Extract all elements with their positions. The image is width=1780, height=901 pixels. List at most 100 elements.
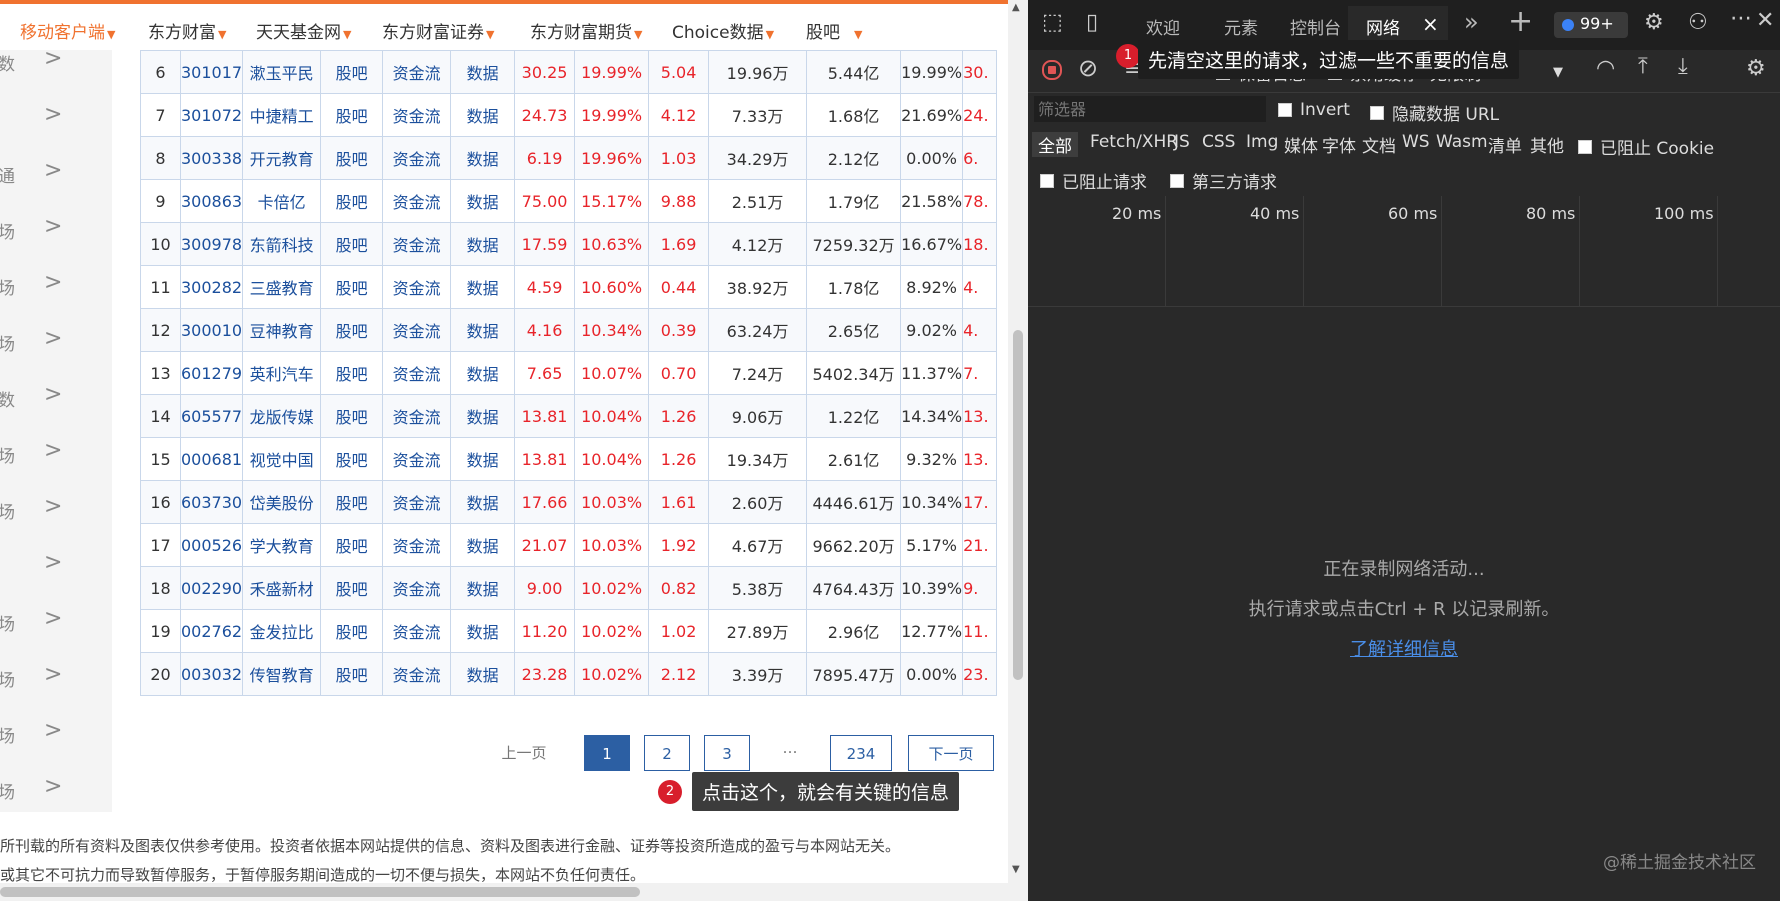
fund-flow-link[interactable]: 资金流 xyxy=(382,50,452,94)
vertical-scrollbar[interactable]: ▲ ▼ xyxy=(1008,0,1028,901)
third-party-checkbox[interactable]: 第三方请求 xyxy=(1170,168,1277,193)
cell-code[interactable]: 003032 xyxy=(179,652,244,696)
cell-code[interactable]: 300338 xyxy=(179,136,244,180)
data-link[interactable]: 数据 xyxy=(450,609,516,653)
tab-network[interactable]: 网络 xyxy=(1366,14,1400,39)
horizontal-scrollbar[interactable] xyxy=(0,883,1008,901)
cell-name[interactable]: 卡倍亿 xyxy=(242,179,322,223)
customize-icon[interactable]: ⚇ xyxy=(1688,10,1708,35)
cell-code[interactable]: 301017 xyxy=(179,50,244,94)
data-link[interactable]: 数据 xyxy=(450,265,516,309)
cell-code[interactable]: 601279 xyxy=(179,351,244,395)
cell-name[interactable]: 视觉中国 xyxy=(242,437,322,481)
scroll-down-icon[interactable]: ▼ xyxy=(1012,864,1020,875)
type-filter-fetch-xhr[interactable]: Fetch/XHR xyxy=(1090,132,1178,152)
fund-flow-link[interactable]: 资金流 xyxy=(382,93,452,137)
sidebar-item[interactable]: 场 > xyxy=(0,326,112,386)
more-options-icon[interactable]: ⋯ xyxy=(1730,6,1752,31)
cell-name[interactable]: 龙版传媒 xyxy=(242,394,322,438)
data-link[interactable]: 数据 xyxy=(450,308,516,352)
cell-code[interactable]: 300978 xyxy=(179,222,244,266)
fund-flow-link[interactable]: 资金流 xyxy=(382,480,452,524)
guba-link[interactable]: 股吧 xyxy=(320,265,384,309)
data-link[interactable]: 数据 xyxy=(450,394,516,438)
sidebar-item[interactable]: 数 > xyxy=(0,46,112,106)
cell-name[interactable]: 开元教育 xyxy=(242,136,322,180)
type-filter-js[interactable]: JS xyxy=(1174,132,1190,152)
cell-name[interactable]: 金发拉比 xyxy=(242,609,322,653)
issues-counter[interactable]: 99+ xyxy=(1554,12,1628,38)
type-filter-css[interactable]: CSS xyxy=(1202,132,1235,152)
cell-name[interactable]: 英利汽车 xyxy=(242,351,322,395)
cell-code[interactable]: 002290 xyxy=(179,566,244,610)
nav-mobile-client[interactable]: 移动客户端 ▼ xyxy=(20,18,115,43)
cell-name[interactable]: 中捷精工 xyxy=(242,93,322,137)
nav-futures[interactable]: 东方财富期货 ▼ xyxy=(530,18,642,43)
guba-link[interactable]: 股吧 xyxy=(320,480,384,524)
sidebar-item[interactable]: 场 > xyxy=(0,606,112,666)
data-link[interactable]: 数据 xyxy=(450,222,516,266)
nav-eastmoney[interactable]: 东方财富 ▼ xyxy=(148,18,226,43)
cell-name[interactable]: 漱玉平民 xyxy=(242,50,322,94)
nav-securities[interactable]: 东方财富证券 ▼ xyxy=(382,18,494,43)
guba-link[interactable]: 股吧 xyxy=(320,394,384,438)
device-toggle-icon[interactable]: ▯ xyxy=(1086,10,1098,35)
cell-name[interactable]: 传智教育 xyxy=(242,652,322,696)
next-page-button[interactable]: 下一页 xyxy=(908,735,994,771)
sidebar-item[interactable]: 通 > xyxy=(0,158,112,218)
network-overview-timeline[interactable]: 20 ms 40 ms 60 ms 80 ms 100 ms xyxy=(1028,196,1780,307)
nav-tiantian-fund[interactable]: 天天基金网 ▼ xyxy=(256,18,351,43)
cell-name[interactable]: 禾盛新材 xyxy=(242,566,322,610)
guba-link[interactable]: 股吧 xyxy=(320,652,384,696)
tab-welcome[interactable]: 欢迎 xyxy=(1146,14,1180,39)
guba-link[interactable]: 股吧 xyxy=(320,308,384,352)
sidebar-item[interactable]: 场 > xyxy=(0,438,112,498)
data-link[interactable]: 数据 xyxy=(450,437,516,481)
cell-code[interactable]: 000526 xyxy=(179,523,244,567)
blocked-requests-checkbox[interactable]: 已阻止请求 xyxy=(1040,168,1147,193)
scroll-up-icon[interactable]: ▲ xyxy=(1012,2,1020,13)
guba-link[interactable]: 股吧 xyxy=(320,566,384,610)
export-har-icon[interactable]: ⤓ xyxy=(1678,54,1688,79)
sidebar-item[interactable]: 场 > xyxy=(0,494,112,554)
type-filter-img[interactable]: Img xyxy=(1246,132,1278,152)
guba-link[interactable]: 股吧 xyxy=(320,222,384,266)
data-link[interactable]: 数据 xyxy=(450,136,516,180)
fund-flow-link[interactable]: 资金流 xyxy=(382,609,452,653)
type-filter-all[interactable]: 全部 xyxy=(1032,132,1078,157)
cell-name[interactable]: 学大教育 xyxy=(242,523,322,567)
fund-flow-link[interactable]: 资金流 xyxy=(382,265,452,309)
inspect-icon[interactable]: ⬚ xyxy=(1042,10,1063,35)
cell-code[interactable]: 300282 xyxy=(179,265,244,309)
fund-flow-link[interactable]: 资金流 xyxy=(382,136,452,180)
fund-flow-link[interactable]: 资金流 xyxy=(382,523,452,567)
data-link[interactable]: 数据 xyxy=(450,351,516,395)
hide-data-url-checkbox[interactable]: 隐藏数据 URL xyxy=(1370,100,1499,125)
page-1-button[interactable]: 1 xyxy=(584,735,630,771)
blocked-cookies-checkbox[interactable]: 已阻止 Cookie xyxy=(1578,134,1714,159)
cell-code[interactable]: 301072 xyxy=(179,93,244,137)
fund-flow-link[interactable]: 资金流 xyxy=(382,566,452,610)
add-tab-icon[interactable]: + xyxy=(1508,4,1533,39)
prev-page-button[interactable]: 上一页 xyxy=(494,735,554,771)
page-last-button[interactable]: 234 xyxy=(830,735,892,771)
guba-link[interactable]: 股吧 xyxy=(320,93,384,137)
data-link[interactable]: 数据 xyxy=(450,652,516,696)
more-tabs-icon[interactable]: » xyxy=(1464,8,1479,36)
nav-choice-data[interactable]: Choice数据 ▼ xyxy=(672,18,774,43)
type-filter-manifest[interactable]: 清单 xyxy=(1488,132,1522,157)
cell-code[interactable]: 605577 xyxy=(179,394,244,438)
sidebar-item[interactable]: > xyxy=(0,102,112,162)
guba-link[interactable]: 股吧 xyxy=(320,136,384,180)
scrollbar-thumb[interactable] xyxy=(1013,330,1023,680)
scrollbar-thumb[interactable] xyxy=(0,887,640,897)
close-tab-icon[interactable]: × xyxy=(1422,12,1439,36)
type-filter-media[interactable]: 媒体 xyxy=(1284,132,1318,157)
clear-icon[interactable]: ⊘ xyxy=(1078,54,1098,82)
type-filter-ws[interactable]: WS xyxy=(1402,132,1430,152)
data-link[interactable]: 数据 xyxy=(450,523,516,567)
page-3-button[interactable]: 3 xyxy=(704,735,750,771)
cell-name[interactable]: 豆神教育 xyxy=(242,308,322,352)
sidebar-item[interactable]: 场 > xyxy=(0,662,112,722)
guba-link[interactable]: 股吧 xyxy=(320,351,384,395)
